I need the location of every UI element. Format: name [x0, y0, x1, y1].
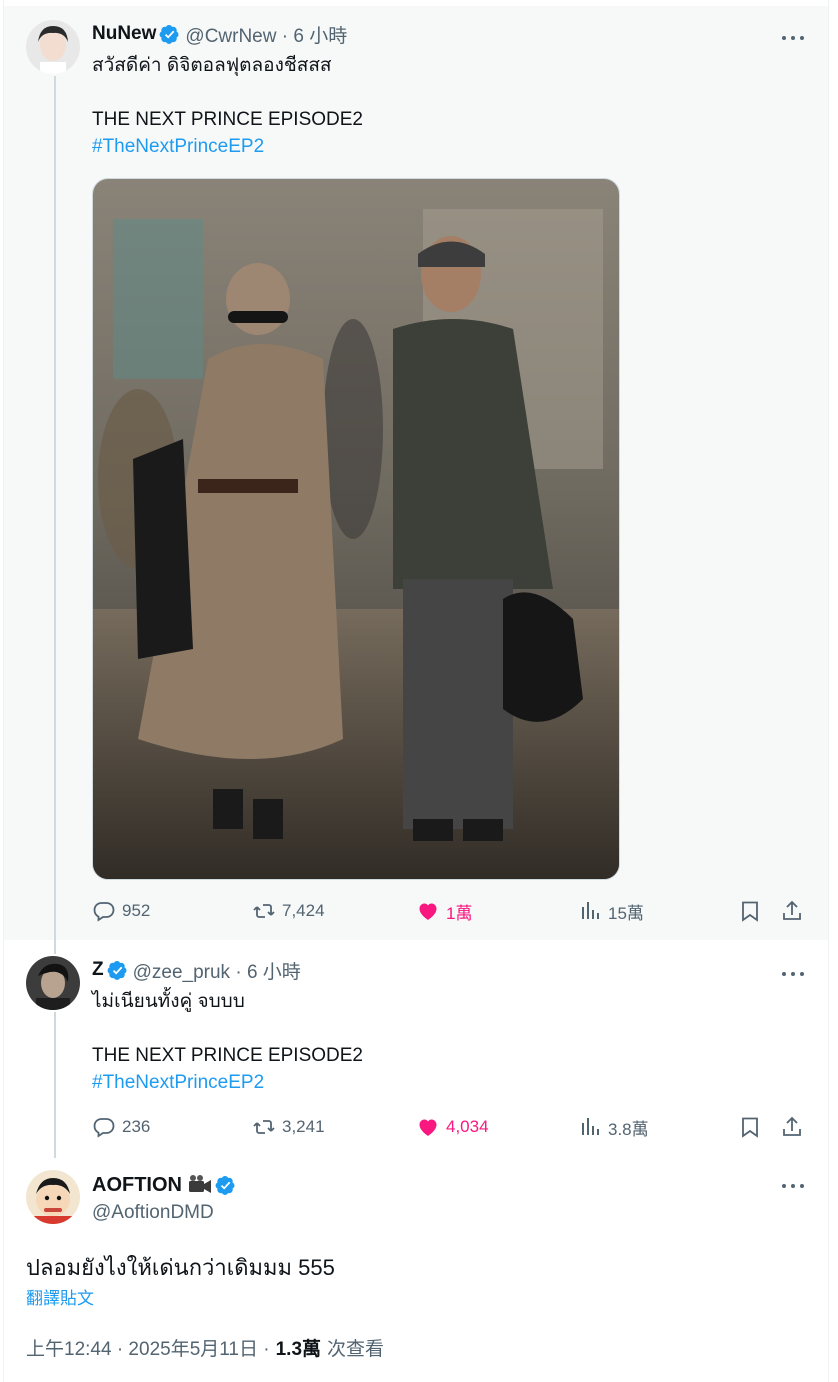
retweet-count: 7,424 — [282, 901, 325, 920]
more-icon[interactable] — [780, 1176, 806, 1196]
views-count: 15萬 — [608, 903, 644, 923]
avatar[interactable] — [26, 1170, 80, 1224]
main-tweet: AOFTION @AoftionDMD ปลอมยังไงให้เด่นกว่า… — [4, 1158, 828, 1382]
views-button[interactable]: 15萬 — [578, 896, 644, 926]
tweet-text: THE NEXT PRINCE EPISODE2 — [92, 1045, 363, 1066]
tweet-zee[interactable]: Z @zee_pruk · 6 小時 ไม่เนียนทั้งคู่ จบบบ … — [4, 942, 828, 1158]
hashtag-link[interactable]: #TheNextPrinceEP2 — [92, 1069, 264, 1096]
author-name[interactable]: Z — [92, 959, 104, 981]
share-icon — [783, 1116, 801, 1136]
author-handle[interactable]: @AoftionDMD — [92, 1202, 214, 1224]
reply-count: 236 — [122, 1117, 151, 1136]
tweet-photo[interactable] — [92, 178, 620, 880]
share-button[interactable] — [780, 896, 810, 926]
views-label: 次查看 — [327, 1339, 385, 1360]
retweet-button[interactable]: 3,241 — [252, 1112, 325, 1142]
avatar[interactable] — [26, 20, 80, 74]
verified-badge-icon — [215, 1175, 235, 1195]
tweet-header: NuNew @CwrNew · 6 小時 — [92, 21, 347, 47]
verified-badge-icon — [107, 960, 127, 980]
reply-icon — [93, 1118, 115, 1138]
avatar[interactable] — [26, 956, 80, 1010]
retweet-button[interactable]: 7,424 — [252, 896, 325, 926]
translate-link[interactable]: 翻譯貼文 — [26, 1284, 94, 1309]
more-icon[interactable] — [780, 964, 806, 984]
author-handle[interactable]: @CwrNew · 6 小時 — [185, 21, 347, 48]
tweet-text: ไม่เนียนทั้งคู่ จบบบ — [92, 991, 245, 1012]
hashtag-link[interactable]: #TheNextPrinceEP2 — [92, 133, 264, 160]
thread-line — [54, 942, 56, 954]
share-icon — [783, 900, 801, 920]
views-count: 1.3萬 — [275, 1339, 322, 1360]
tweet-header: AOFTION — [92, 1172, 241, 1198]
like-button[interactable]: 4,034 — [416, 1112, 489, 1142]
tweet-metadata: 上午12:44 · 2025年5月11日 · 1.3萬 次查看 — [26, 1334, 384, 1361]
views-button[interactable]: 3.8萬 — [578, 1112, 649, 1142]
share-button[interactable] — [780, 1112, 810, 1142]
verified-badge-icon — [159, 24, 179, 44]
tweet-actions: 952 7,424 1萬 15萬 — [92, 896, 808, 926]
timestamp[interactable]: 上午12:44 · 2025年5月11日 · — [26, 1334, 270, 1361]
views-icon — [582, 1118, 599, 1135]
reply-button[interactable]: 236 — [92, 1112, 150, 1142]
camera-icon — [189, 1175, 211, 1193]
tweet-text: THE NEXT PRINCE EPISODE2 — [92, 109, 363, 130]
tweet-header: Z @zee_pruk · 6 小時 — [92, 957, 301, 983]
reply-button[interactable]: 952 — [92, 896, 150, 926]
thread-line — [54, 1012, 56, 1158]
author-name[interactable]: AOFTION — [92, 1174, 182, 1197]
tweet-text: ปลอมยังไงให้เด่นกว่าเดิมมม 555 — [26, 1255, 335, 1280]
bookmark-button[interactable] — [738, 1112, 768, 1142]
like-button[interactable]: 1萬 — [416, 896, 472, 926]
bookmark-button[interactable] — [738, 896, 768, 926]
retweet-count: 3,241 — [282, 1117, 325, 1136]
heart-icon — [419, 903, 437, 920]
tweet-nunew[interactable]: NuNew @CwrNew · 6 小時 สวัสดีค่า ดิจิตอลฟุ… — [4, 6, 828, 956]
retweet-icon — [253, 1120, 275, 1134]
views-count: 3.8萬 — [608, 1119, 649, 1139]
bookmark-icon — [742, 901, 758, 922]
tweet-actions: 236 3,241 4,034 3.8萬 — [92, 1112, 808, 1142]
more-icon[interactable] — [780, 28, 806, 48]
retweet-icon — [253, 904, 275, 918]
like-count: 1萬 — [446, 903, 473, 923]
heart-icon — [419, 1119, 437, 1136]
reply-count: 952 — [122, 901, 151, 920]
author-handle[interactable]: @zee_pruk · 6 小時 — [133, 957, 301, 984]
views-icon — [582, 902, 599, 919]
tweet-text: สวัสดีค่า ดิจิตอลฟุตลองชีสสส — [92, 55, 332, 76]
tweet-header-handle: @AoftionDMD — [92, 1200, 214, 1226]
thread-line — [54, 76, 56, 956]
author-name[interactable]: NuNew — [92, 23, 156, 45]
bookmark-icon — [742, 1117, 758, 1138]
reply-icon — [93, 902, 115, 922]
like-count: 4,034 — [446, 1117, 489, 1136]
